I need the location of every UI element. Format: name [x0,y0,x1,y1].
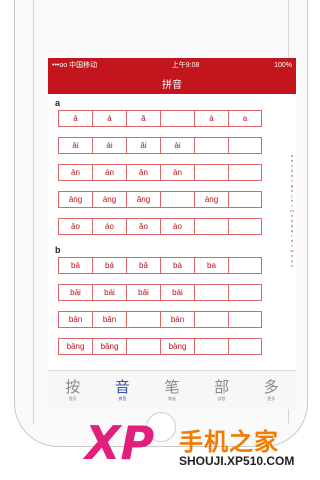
tab-item[interactable]: 按首页 [65,379,80,402]
pinyin-row: bā bá bǎ bà ba [58,257,288,276]
tab-item[interactable]: 音拼音 [115,379,130,402]
pinyin-cell[interactable]: bā [58,257,92,274]
watermark: XP 手机之家 SHOUJI.XP510.COM [85,418,320,480]
section-header: b [55,245,61,255]
app-screen: •••oo 中国移动 上午9:08 100% 拼音 a ā á ǎ à a āi ái ǎi ài… [48,58,296,409]
navigation-bar: 拼音 [48,72,296,94]
pinyin-cell[interactable] [228,191,262,208]
pinyin-row: āáǎ àa [58,110,288,129]
pinyin-cell[interactable]: ǎ [126,110,160,127]
pinyin-cell[interactable] [194,137,228,154]
pinyin-cell[interactable]: ào [160,218,194,235]
tab-item[interactable]: 部部首 [214,379,229,402]
alphabet-index[interactable]: abcdefghjklmnopqrstwxyz [288,153,296,268]
pinyin-cell[interactable]: ǎng [126,191,160,208]
pinyin-cell[interactable] [194,164,228,181]
pinyin-cell[interactable] [228,218,262,235]
section-header: a [55,98,61,108]
pinyin-cell[interactable] [194,218,228,235]
pinyin-cell[interactable]: bān [58,311,92,328]
xp-logo: XP [85,416,155,470]
tab-glyph: 部 [214,377,230,396]
pinyin-cell[interactable]: á [92,110,126,127]
pinyin-cell[interactable] [228,338,262,355]
tab-glyph: 多 [263,377,279,396]
tab-glyph: 音 [114,377,130,396]
watermark-title: 手机之家 [179,429,279,456]
pinyin-cell[interactable] [194,284,228,301]
tab-caption: 更多 [267,395,276,401]
pinyin-cell[interactable]: ǎo [126,218,160,235]
pinyin-cell[interactable]: áng [92,191,126,208]
pinyin-row: bāng bǎng bàng [58,338,288,357]
pinyin-cell[interactable]: bǎng [92,338,126,355]
pinyin-cell[interactable]: bá [92,257,126,274]
pinyin-cell[interactable]: ài [160,137,194,154]
pinyin-cell[interactable]: ái [92,137,126,154]
battery-label: 100% [274,61,292,69]
pinyin-cell[interactable]: bǎi [126,284,160,301]
watermark-url: SHOUJI.XP510.COM [179,454,295,468]
pinyin-cell[interactable]: bà [160,257,194,274]
page-title: 拼音 [162,79,182,91]
pinyin-row: ān án ǎn àn [58,164,288,183]
tab-bar: 按首页 音拼音 笔笔画 部部首 多更多 [48,370,296,409]
pinyin-cell[interactable]: bāi [58,284,92,301]
pinyin-cell[interactable]: ǎn [126,164,160,181]
pinyin-cell[interactable] [126,311,160,328]
pinyin-cell[interactable]: à [194,110,228,127]
tab-caption: 首页 [68,395,77,401]
pinyin-cell[interactable]: bài [160,284,194,301]
clock: 上午9:08 [171,62,200,69]
pinyin-cell[interactable]: a [228,110,262,127]
pinyin-cell[interactable]: ǎi [126,137,160,154]
pinyin-cell[interactable] [228,284,262,301]
pinyin-cell[interactable]: ān [58,164,92,181]
tab-glyph: 按 [65,377,81,396]
pinyin-row: āo áo ǎo ào [58,218,288,237]
pinyin-cell[interactable] [126,338,160,355]
tab-caption: 笔画 [167,395,176,401]
pinyin-cell[interactable] [160,191,194,208]
pinyin-cell[interactable] [228,137,262,154]
pinyin-cell[interactable]: áo [92,218,126,235]
index-letter[interactable]: z [291,263,293,268]
pinyin-cell[interactable] [194,338,228,355]
pinyin-cell[interactable]: bāng [58,338,92,355]
pinyin-cell[interactable]: bǎ [126,257,160,274]
pinyin-cell[interactable]: āi [58,137,92,154]
tab-caption: 部首 [217,395,226,401]
status-bar: •••oo 中国移动 上午9:08 100% [48,58,296,72]
carrier-label: •••oo 中国移动 [52,62,98,69]
tab-glyph: 笔 [164,377,180,396]
pinyin-cell[interactable] [194,311,228,328]
pinyin-row: bān bǎn bàn [58,311,288,330]
pinyin-cell[interactable]: ba [194,257,228,274]
pinyin-cell[interactable]: bàng [160,338,194,355]
pinyin-cell[interactable]: àng [194,191,228,208]
pinyin-cell[interactable] [160,110,194,127]
pinyin-cell[interactable] [228,311,262,328]
pinyin-cell[interactable]: àn [160,164,194,181]
tab-item[interactable]: 笔笔画 [164,379,179,402]
pinyin-cell[interactable]: ā [58,110,92,127]
pinyin-cell[interactable]: bǎn [92,311,126,328]
pinyin-cell[interactable] [228,164,262,181]
pinyin-cell[interactable]: bàn [160,311,194,328]
pinyin-cell[interactable] [228,257,262,274]
pinyin-row: āng áng ǎng àng [58,191,288,210]
pinyin-row: āi ái ǎi ài [58,137,288,156]
tab-item[interactable]: 多更多 [264,379,279,402]
tab-caption: 拼音 [118,395,127,401]
pinyin-cell[interactable]: bái [92,284,126,301]
pinyin-cell[interactable]: āng [58,191,92,208]
pinyin-cell[interactable]: án [92,164,126,181]
pinyin-list[interactable]: a ā á ǎ à a āi ái ǎi ài ān án ǎn àn āng áng ǎng àng āo áo ǎo… [48,94,288,371]
pinyin-row: bāi bái bǎi bài [58,284,288,303]
pinyin-cell[interactable]: āo [58,218,92,235]
